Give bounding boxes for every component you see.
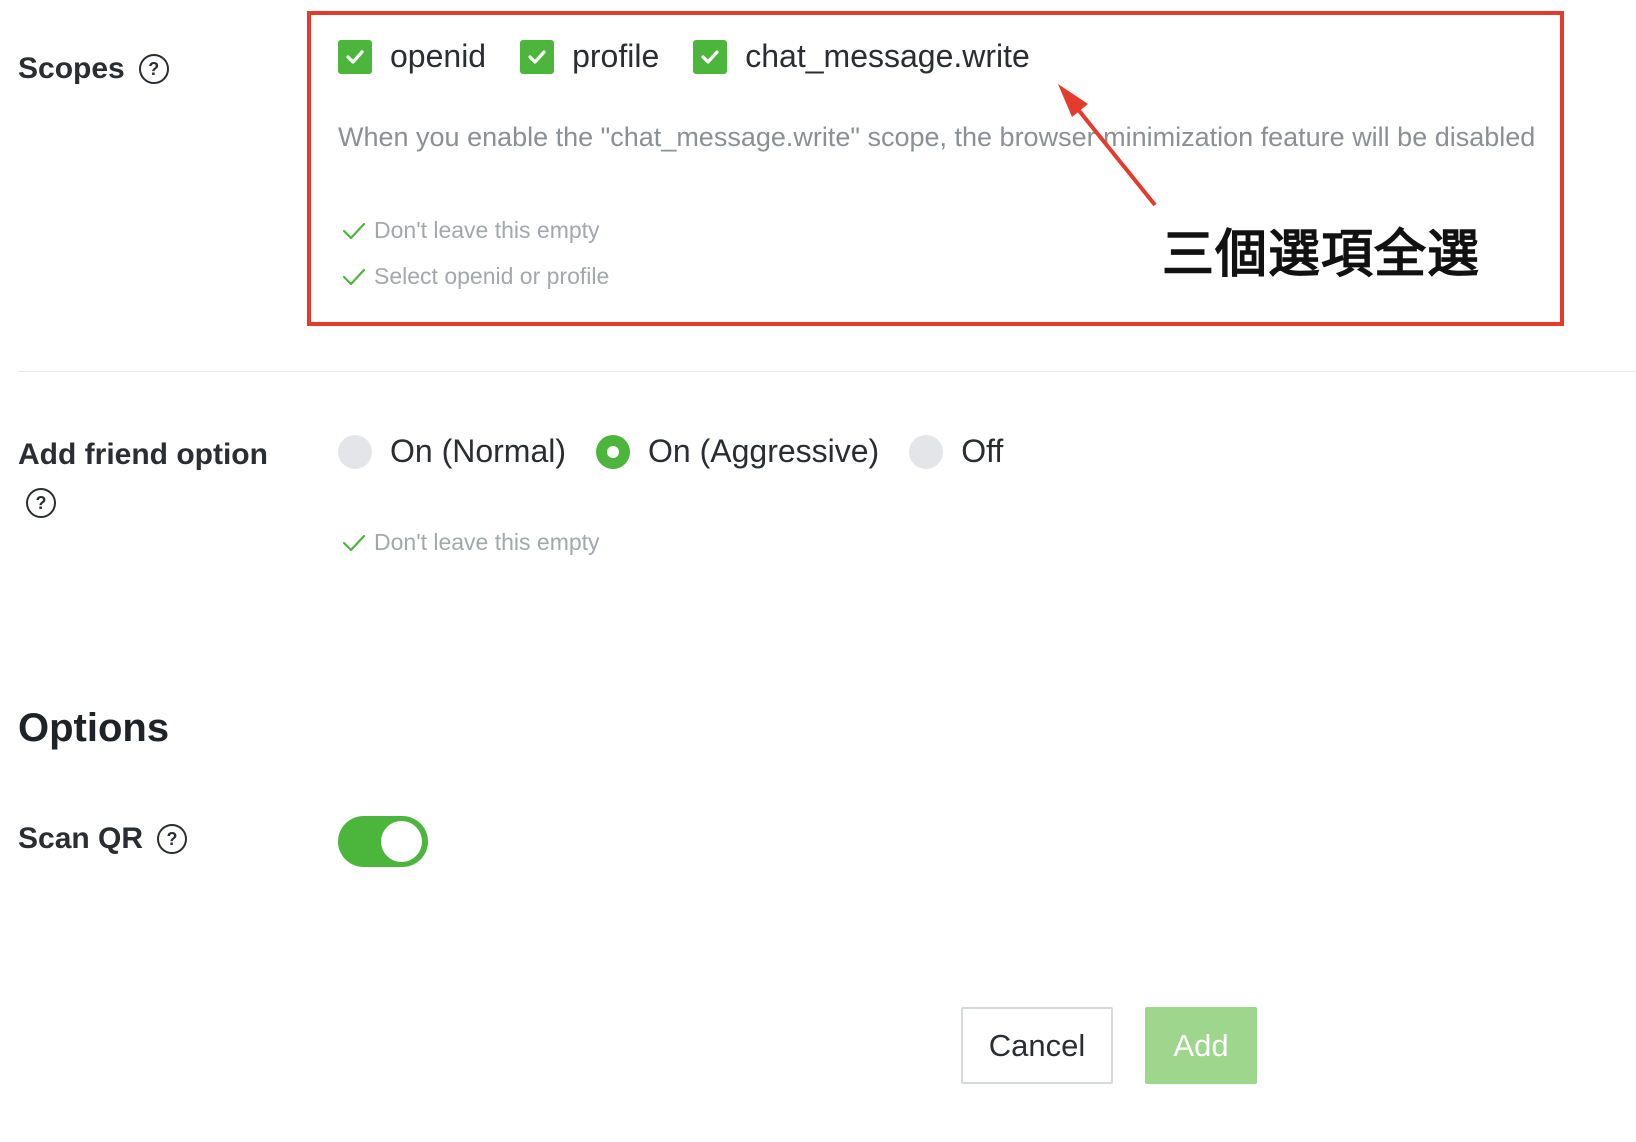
radio-label: On (Normal) — [390, 433, 567, 469]
add-friend-label-text: Add friend option — [18, 438, 268, 471]
radio-on-normal[interactable]: On (Normal) — [338, 433, 566, 470]
radio-off[interactable]: Off — [909, 433, 1003, 470]
radio-button[interactable] — [596, 434, 631, 469]
scopes-label-text: Scopes — [18, 52, 125, 85]
annotation-text: 三個選項全選 — [1162, 226, 1481, 284]
question-circle-icon[interactable]: ? — [138, 54, 169, 84]
radio-button[interactable] — [338, 434, 372, 469]
add-friend-label: Add friend option ? — [18, 438, 268, 518]
question-circle-icon[interactable]: ? — [157, 824, 188, 854]
radio-label: On (Aggressive) — [648, 433, 880, 469]
cancel-button[interactable]: Cancel — [961, 1007, 1113, 1084]
add-button[interactable]: Add — [1145, 1007, 1257, 1084]
radio-on-aggressive[interactable]: On (Aggressive) — [596, 433, 879, 470]
radio-button[interactable] — [909, 434, 944, 469]
divider — [18, 371, 1636, 372]
options-section-title: Options — [18, 706, 170, 750]
scan-qr-label: Scan QR ? — [18, 822, 188, 856]
validation-text: Don't leave this empty — [374, 529, 600, 555]
add-friend-radio-group: On (Normal) On (Aggressive) Off — [338, 433, 1033, 470]
check-icon — [342, 534, 366, 551]
validation-message: Don't leave this empty — [342, 529, 600, 556]
question-circle-icon[interactable]: ? — [26, 488, 56, 518]
toggle-knob — [381, 821, 422, 862]
scopes-label: Scopes ? — [18, 52, 169, 86]
scan-qr-label-text: Scan QR — [18, 822, 144, 855]
scan-qr-toggle[interactable] — [338, 816, 428, 867]
radio-label: Off — [961, 433, 1004, 469]
